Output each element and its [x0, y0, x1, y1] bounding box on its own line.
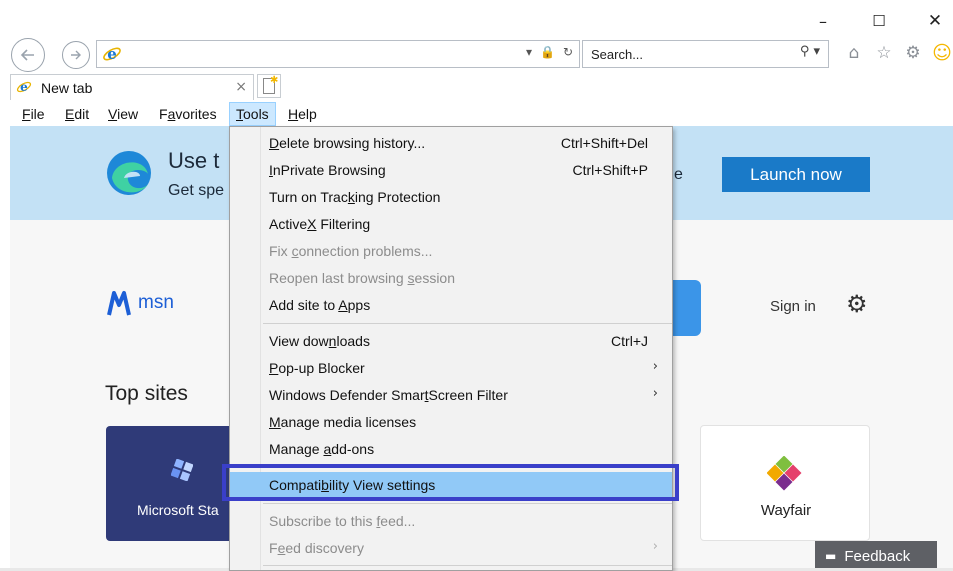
submenu-arrow-icon: ›	[652, 539, 658, 554]
menu-bar: File Edit View Favorites Tools Help	[10, 102, 953, 126]
menu-tools[interactable]: Tools	[229, 102, 276, 126]
menu-item-smartscreen-filter[interactable]: Windows Defender SmartScreen Filter ›	[230, 382, 672, 409]
menu-item-feed-discovery: Feed discovery ›	[230, 535, 672, 562]
microsoft-store-icon	[171, 459, 193, 481]
feedback-button[interactable]: ▬ Feedback	[815, 541, 937, 571]
menu-item-subscribe-to-feed: Subscribe to this feed...	[230, 508, 672, 535]
menu-item-label: Add site to Apps	[269, 297, 371, 313]
dropdown-arrow-icon[interactable]: ▾	[526, 45, 532, 59]
menu-item-label: Turn on Tracking Protection	[269, 189, 441, 205]
address-bar[interactable]: e ▾ 🔒 ↻	[96, 40, 580, 68]
menu-item-fix-connection-problems: Fix connection problems...	[230, 238, 672, 265]
launch-now-button[interactable]: Launch now	[722, 157, 870, 192]
forward-button[interactable]	[62, 41, 90, 69]
menu-item-label: Feed discovery	[269, 540, 364, 556]
menu-item-reopen-last-session: Reopen last browsing session	[230, 265, 672, 292]
svg-text:e: e	[107, 45, 117, 63]
menu-separator	[263, 503, 672, 504]
sign-in-link[interactable]: Sign in	[770, 298, 816, 315]
menu-help[interactable]: Help	[288, 106, 317, 122]
lock-icon: 🔒	[539, 45, 555, 59]
menu-item-delete-browsing-history[interactable]: Delete browsing history... Ctrl+Shift+De…	[230, 130, 672, 157]
tile-label: Wayfair	[760, 502, 812, 519]
menu-item-activex-filtering[interactable]: ActiveX Filtering	[230, 211, 672, 238]
maximize-icon: ☐	[872, 12, 886, 30]
feedback-label: Feedback	[844, 547, 911, 565]
title-strip	[0, 0, 953, 8]
menu-item-label: Windows Defender SmartScreen Filter	[269, 387, 508, 403]
ie-tab-icon: e	[16, 80, 32, 94]
page-settings-gear-icon[interactable]: ⚙	[846, 290, 868, 318]
msn-logo-icon	[107, 291, 131, 316]
search-box[interactable]: ⚲ ▾	[582, 40, 829, 68]
minimize-button[interactable]: –	[800, 8, 846, 34]
tile-label: Microsoft Sta	[137, 502, 219, 518]
submenu-arrow-icon: ›	[652, 386, 658, 401]
minimize-icon: –	[819, 11, 827, 31]
menu-favorites[interactable]: Favorites	[159, 106, 217, 122]
menu-item-manage-media-licenses[interactable]: Manage media licenses	[230, 409, 672, 436]
feedback-smiley-icon[interactable]: ☺	[930, 40, 953, 66]
wayfair-icon	[767, 456, 802, 491]
menu-item-view-downloads[interactable]: View downloads Ctrl+J	[230, 328, 672, 355]
feedback-chat-icon: ▬	[825, 549, 837, 563]
menu-item-shortcut: Ctrl+Shift+Del	[560, 135, 648, 151]
annotation-highlight-box	[222, 464, 679, 501]
menu-edit[interactable]: Edit	[65, 106, 89, 122]
menu-item-shortcut: Ctrl+J	[611, 333, 648, 349]
arrow-right-icon	[71, 50, 81, 60]
arrow-left-icon	[20, 49, 34, 61]
back-button[interactable]	[11, 38, 45, 72]
menu-file[interactable]: File	[22, 106, 45, 122]
ie-logo-icon: e	[103, 45, 121, 63]
menu-view[interactable]: View	[108, 106, 138, 122]
home-icon[interactable]: ⌂	[842, 40, 866, 66]
menu-item-manage-add-ons[interactable]: Manage add-ons	[230, 436, 672, 463]
menu-item-label: Fix connection problems...	[269, 243, 433, 259]
close-icon: ✕	[927, 11, 943, 31]
svg-text:e: e	[20, 80, 28, 94]
menu-item-label: Reopen last browsing session	[269, 270, 455, 286]
top-sites-heading: Top sites	[105, 382, 188, 405]
menu-item-label: View downloads	[269, 333, 370, 349]
menu-item-label: ActiveX Filtering	[269, 216, 371, 232]
submenu-arrow-icon: ›	[652, 359, 658, 374]
menu-item-label: Subscribe to this feed...	[269, 513, 416, 529]
new-tab-star-icon: ✱	[270, 75, 279, 86]
menu-item-label: InPrivate Browsing	[269, 162, 386, 178]
favorites-star-icon[interactable]: ☆	[872, 40, 896, 66]
tab-close-icon[interactable]: ×	[235, 79, 247, 95]
menu-item-tracking-protection[interactable]: Turn on Tracking Protection	[230, 184, 672, 211]
search-input[interactable]	[591, 45, 771, 63]
maximize-button[interactable]: ☐	[856, 8, 902, 34]
menu-item-popup-blocker[interactable]: Pop-up Blocker ›	[230, 355, 672, 382]
menu-item-add-site-to-apps[interactable]: Add site to Apps	[230, 292, 672, 319]
tab-title: New tab	[41, 80, 93, 96]
top-site-tile-wayfair[interactable]: Wayfair	[700, 425, 870, 541]
tab-new-tab[interactable]: e New tab ×	[10, 74, 254, 100]
close-window-button[interactable]: ✕	[912, 8, 953, 34]
new-tab-button[interactable]: ✱	[257, 74, 281, 98]
menu-item-inprivate-browsing[interactable]: InPrivate Browsing Ctrl+Shift+P	[230, 157, 672, 184]
menu-item-label: Manage media licenses	[269, 414, 417, 430]
promo-subtitle: Get spe	[168, 182, 225, 199]
menu-item-label: Manage add-ons	[269, 441, 375, 457]
edge-logo-icon	[107, 151, 151, 195]
menu-item-label: Delete browsing history...	[269, 135, 426, 151]
refresh-icon[interactable]: ↻	[563, 45, 573, 59]
menu-separator	[263, 323, 672, 324]
search-icon[interactable]: ⚲ ▾	[800, 44, 820, 59]
settings-gear-icon[interactable]: ⚙	[901, 40, 925, 66]
promo-fragment: e	[674, 166, 683, 183]
menu-separator	[263, 565, 672, 566]
msn-brand-text: msn	[138, 292, 174, 313]
menu-item-label: Pop-up Blocker	[269, 360, 365, 376]
promo-title: Use t	[168, 148, 220, 173]
tools-dropdown-menu: Delete browsing history... Ctrl+Shift+De…	[229, 126, 673, 571]
address-tools: ▾ 🔒 ↻	[526, 45, 573, 59]
menu-item-shortcut: Ctrl+Shift+P	[572, 162, 648, 178]
